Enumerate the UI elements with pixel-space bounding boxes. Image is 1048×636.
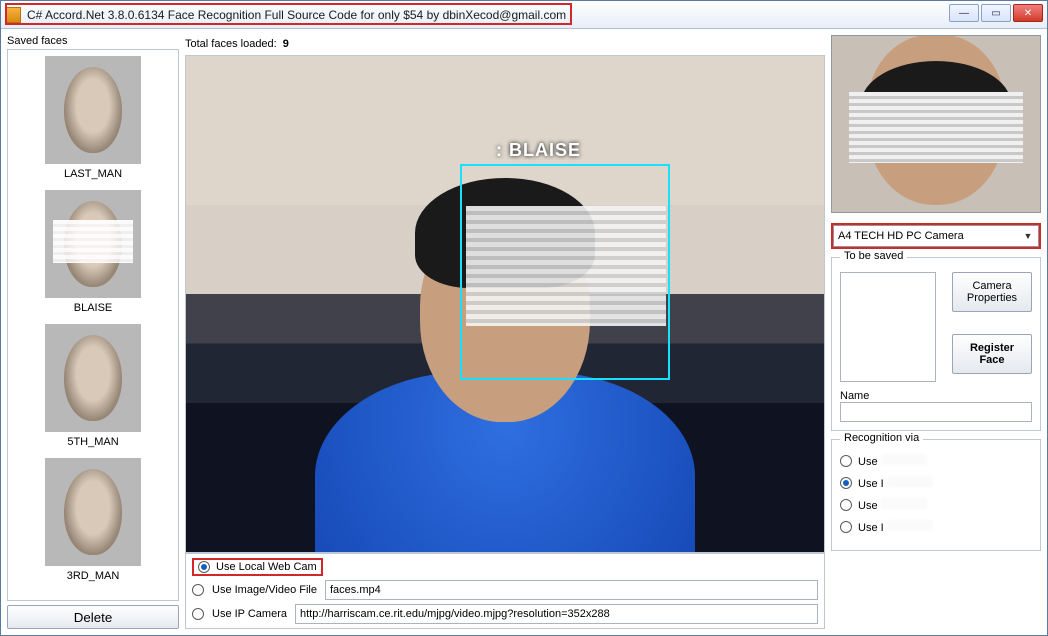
radio-recognition-1-label[interactable]: Use I (858, 476, 933, 490)
source-options: Use Local Web Cam Use Image/Video File U… (185, 553, 825, 629)
face-name: BLAISE (8, 302, 178, 314)
register-face-button[interactable]: Register Face (952, 334, 1032, 374)
radio-file-label[interactable]: Use Image/Video File (212, 584, 317, 596)
to-be-saved-legend: To be saved (840, 250, 907, 262)
face-thumbnail (45, 190, 141, 298)
video-preview: : BLAISE (185, 55, 825, 553)
saved-faces-label: Saved faces (7, 35, 179, 47)
face-name: 5TH_MAN (8, 436, 178, 448)
face-thumbnail (45, 458, 141, 566)
radio-webcam-label[interactable]: Use Local Web Cam (216, 561, 317, 573)
list-item[interactable]: LAST_MAN (8, 56, 178, 180)
name-label: Name (840, 390, 1032, 402)
list-item[interactable]: BLAISE (8, 190, 178, 314)
to-be-saved-group: To be saved Camera Properties Register F… (831, 257, 1041, 431)
face-thumbnail (45, 324, 141, 432)
ipcam-url-input[interactable] (295, 604, 818, 624)
camera-select-value: A4 TECH HD PC Camera (838, 230, 964, 242)
name-input[interactable] (840, 402, 1032, 422)
radio-recognition-0[interactable] (840, 455, 852, 467)
file-path-input[interactable] (325, 580, 818, 600)
titlebar[interactable]: C# Accord.Net 3.8.0.6134 Face Recognitio… (1, 1, 1047, 29)
radio-recognition-2-label[interactable]: Use (858, 498, 927, 512)
recognition-via-group: Recognition via Use Use I Use Use I (831, 439, 1041, 551)
to-be-saved-preview (840, 272, 936, 382)
list-item[interactable]: 3RD_MAN (8, 458, 178, 582)
window-controls: — ▭ ✕ (949, 4, 1043, 22)
window-title: C# Accord.Net 3.8.0.6134 Face Recognitio… (27, 8, 566, 22)
total-faces-count: 9 (283, 38, 289, 50)
face-name: LAST_MAN (8, 168, 178, 180)
radio-ipcam[interactable] (192, 608, 204, 620)
chevron-down-icon: ▼ (1020, 228, 1036, 244)
webcam-highlight-box: Use Local Web Cam (192, 558, 323, 576)
captured-face-preview (831, 35, 1041, 213)
close-button[interactable]: ✕ (1013, 4, 1043, 22)
delete-button[interactable]: Delete (7, 605, 179, 629)
face-thumbnail (45, 56, 141, 164)
radio-ipcam-label[interactable]: Use IP Camera (212, 608, 287, 620)
app-icon (5, 7, 21, 23)
list-item[interactable]: 5TH_MAN (8, 324, 178, 448)
radio-recognition-1[interactable] (840, 477, 852, 489)
radio-recognition-3-label[interactable]: Use I (858, 520, 933, 534)
camera-properties-button[interactable]: Camera Properties (952, 272, 1032, 312)
minimize-button[interactable]: — (949, 4, 979, 22)
face-censor (466, 206, 666, 326)
saved-faces-list[interactable]: LAST_MAN BLAISE 5TH_MAN 3RD_MAN (7, 49, 179, 601)
radio-recognition-3[interactable] (840, 521, 852, 533)
face-name: 3RD_MAN (8, 570, 178, 582)
recognition-via-legend: Recognition via (840, 432, 923, 444)
radio-recognition-0-label[interactable]: Use (858, 454, 927, 468)
total-faces-label: Total faces loaded: (185, 38, 277, 50)
radio-recognition-2[interactable] (840, 499, 852, 511)
maximize-button[interactable]: ▭ (981, 4, 1011, 22)
radio-webcam[interactable] (198, 561, 210, 573)
camera-select-highlight: A4 TECH HD PC Camera ▼ (831, 223, 1041, 249)
detection-name-label: : BLAISE (496, 140, 581, 161)
camera-select[interactable]: A4 TECH HD PC Camera ▼ (833, 225, 1039, 247)
radio-file[interactable] (192, 584, 204, 596)
